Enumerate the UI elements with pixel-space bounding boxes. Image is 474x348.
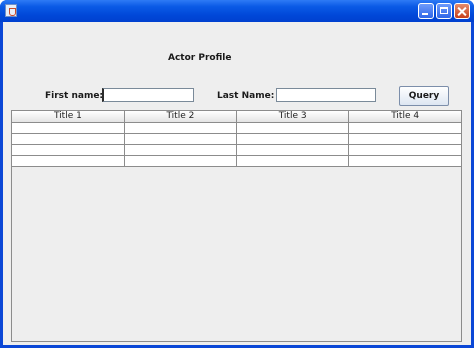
table-cell[interactable] bbox=[124, 122, 238, 134]
table-row[interactable] bbox=[12, 133, 461, 145]
page-title: Actor Profile bbox=[168, 53, 232, 63]
results-table[interactable]: Title 1 Title 2 Title 3 Title 4 bbox=[12, 111, 461, 167]
table-cell[interactable] bbox=[124, 155, 238, 167]
table-cell[interactable] bbox=[12, 133, 125, 145]
table-cell[interactable] bbox=[12, 122, 125, 134]
application-window: Actor Profile First name: Last Name: Que… bbox=[0, 0, 474, 348]
table-header-row: Title 1 Title 2 Title 3 Title 4 bbox=[12, 111, 461, 123]
table-row[interactable] bbox=[12, 144, 461, 156]
table-cell[interactable] bbox=[12, 155, 125, 167]
table-cell[interactable] bbox=[236, 144, 350, 156]
results-table-scrollpane[interactable]: Title 1 Title 2 Title 3 Title 4 bbox=[11, 110, 462, 342]
last-name-field[interactable] bbox=[276, 88, 376, 102]
table-row[interactable] bbox=[12, 122, 461, 134]
table-cell[interactable] bbox=[348, 155, 461, 167]
table-cell[interactable] bbox=[12, 144, 125, 156]
table-cell[interactable] bbox=[236, 122, 350, 134]
close-button[interactable] bbox=[454, 3, 470, 19]
table-row[interactable] bbox=[12, 155, 461, 167]
java-cup-icon[interactable] bbox=[5, 4, 17, 17]
content-panel: Actor Profile First name: Last Name: Que… bbox=[3, 22, 471, 345]
table-cell[interactable] bbox=[236, 133, 350, 145]
table-cell[interactable] bbox=[236, 155, 350, 167]
table-cell[interactable] bbox=[124, 144, 238, 156]
last-name-label: Last Name: bbox=[217, 91, 275, 101]
minimize-button[interactable] bbox=[418, 3, 434, 19]
table-cell[interactable] bbox=[348, 122, 461, 134]
table-cell[interactable] bbox=[124, 133, 238, 145]
title-bar[interactable] bbox=[0, 0, 474, 22]
first-name-label: First name: bbox=[45, 91, 104, 101]
column-header[interactable]: Title 1 bbox=[12, 111, 125, 123]
table-cell[interactable] bbox=[348, 144, 461, 156]
maximize-button[interactable] bbox=[436, 3, 452, 19]
column-header[interactable]: Title 2 bbox=[124, 111, 238, 123]
column-header[interactable]: Title 3 bbox=[236, 111, 350, 123]
table-cell[interactable] bbox=[348, 133, 461, 145]
first-name-field[interactable] bbox=[102, 88, 194, 102]
column-header[interactable]: Title 4 bbox=[348, 111, 461, 123]
query-button[interactable]: Query bbox=[399, 86, 449, 106]
